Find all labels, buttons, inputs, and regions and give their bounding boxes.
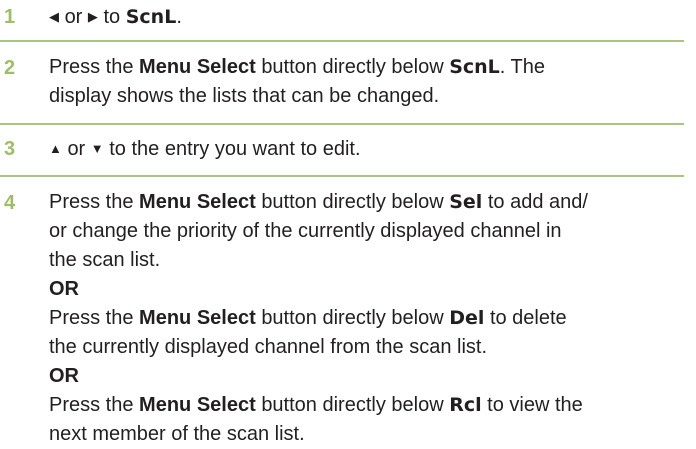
display-text-del: Del [449,307,485,329]
step-number: 1 [4,6,16,28]
text: to add and/ [487,191,588,213]
step-3: 3 ▲ or ▼ to the entry you want to edit. [0,134,684,166]
text: . The [499,56,546,78]
step-divider [0,175,684,177]
up-arrow-icon: ▲ [49,141,62,156]
right-arrow-icon: ▶ [87,9,98,24]
step-line: the currently displayed channel from the… [49,336,487,358]
text: to view the [487,394,583,416]
step-1: 1 ◀ or ▶ to ScnL. [0,2,684,36]
to-text: to [103,6,121,28]
down-arrow-icon: ▼ [90,141,104,156]
left-arrow-icon: ◀ [49,9,59,24]
step-number: 3 [4,138,16,160]
step-line: Press the Menu Select button directly be… [49,391,684,420]
menu-select-label: Menu Select [139,307,256,329]
text: button directly below [261,56,444,78]
step-divider [0,123,684,125]
display-text-scnl: ScnL [449,56,500,78]
or-text: or [67,138,86,160]
period: . [176,6,182,28]
step-divider [0,40,684,42]
step-text: Press the Menu Select button directly be… [49,188,684,449]
or-separator: OR [49,278,79,300]
step-line: the scan list. [49,249,161,271]
step-4: 4 Press the Menu Select button directly … [0,188,684,445]
step-line: Press the Menu Select button directly be… [49,304,684,333]
step-2: 2 Press the Menu Select button directly … [0,53,684,115]
step-line: Press the Menu Select button directly be… [49,188,684,217]
text: to the entry you want to edit. [109,138,361,160]
or-text: or [64,6,83,28]
display-text-scnl: ScnL [125,6,177,28]
step-number: 2 [4,57,16,79]
menu-select-label: Menu Select [139,394,256,416]
text: Press the [49,394,134,416]
text: button directly below [261,394,444,416]
text: to delete [489,307,567,329]
text: Press the [49,56,134,78]
step-number: 4 [4,192,16,214]
step-line: next member of the scan list. [49,423,305,445]
display-text-sel: Sel [449,191,483,213]
menu-select-label: Menu Select [139,56,256,78]
procedure-steps: 1 ◀ or ▶ to ScnL. 2 Press the Menu Selec… [0,0,696,445]
menu-select-label: Menu Select [139,191,256,213]
step-line: display shows the lists that can be chan… [49,85,440,107]
text: button directly below [261,191,444,213]
step-line: or change the priority of the currently … [49,220,562,242]
text: Press the [49,307,134,329]
step-text: ▲ or ▼ to the entry you want to edit. [49,134,684,164]
text: button directly below [261,307,444,329]
display-text-rcl: Rcl [449,394,482,416]
step-text: Press the Menu Select button directly be… [49,53,684,111]
or-separator: OR [49,365,79,387]
step-line: Press the Menu Select button directly be… [49,53,684,82]
text: Press the [49,191,134,213]
step-text: ◀ or ▶ to ScnL. [49,2,684,32]
